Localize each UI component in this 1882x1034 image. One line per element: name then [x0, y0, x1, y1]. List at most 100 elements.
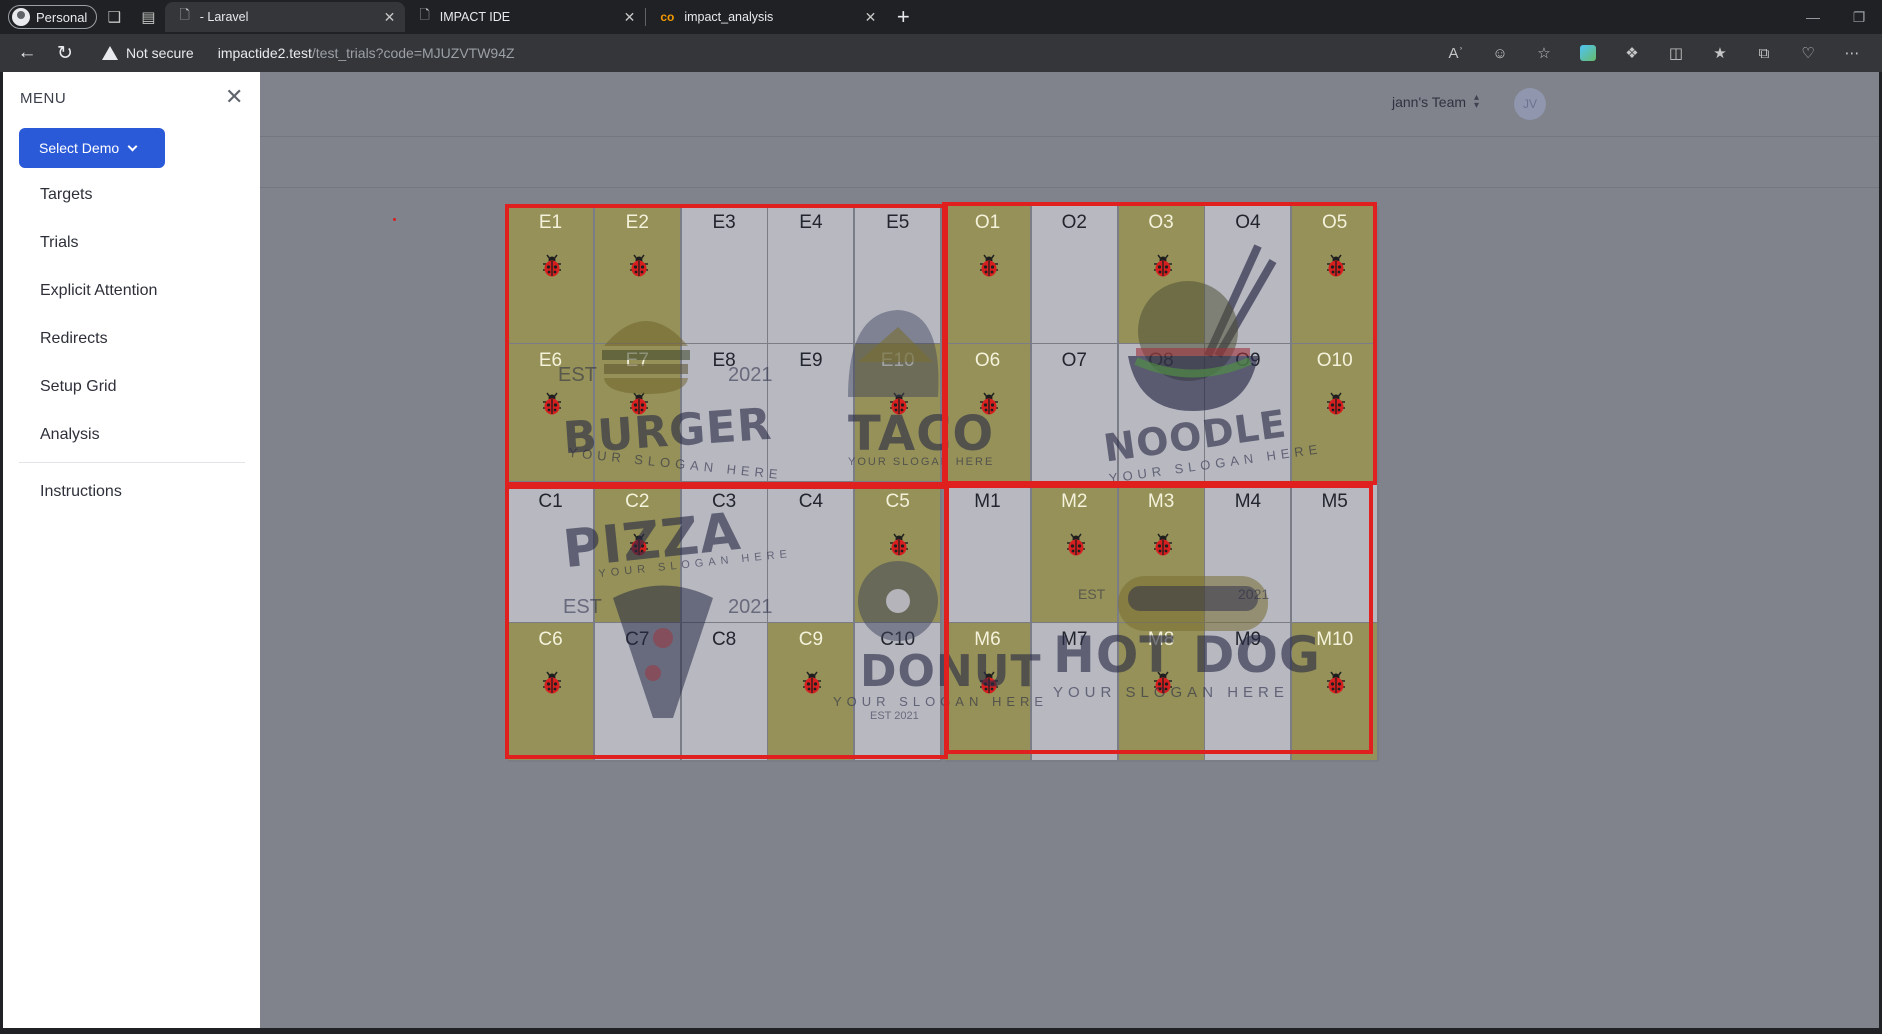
- grid-cell-e2[interactable]: E2: [594, 206, 682, 345]
- grid-cell-label: O6: [974, 350, 1001, 371]
- grid-cell-m3[interactable]: M3: [1118, 485, 1206, 624]
- ladybug-icon: [543, 254, 561, 277]
- extensions-icon[interactable]: ❖: [1612, 37, 1652, 69]
- grid-cell-c6[interactable]: C6: [508, 623, 595, 762]
- ladybug-icon: [629, 533, 648, 556]
- collections-icon[interactable]: ⧉: [1744, 37, 1784, 69]
- grid-cell-e10[interactable]: E10: [855, 344, 943, 483]
- tab-impact-ide[interactable]: 🗋 IMPACT IDE ✕: [405, 2, 645, 32]
- grid-cell-c5[interactable]: C5: [855, 485, 943, 624]
- share-icon[interactable]: ☺: [1480, 37, 1520, 69]
- grid-cell-m1[interactable]: M1: [945, 485, 1032, 624]
- menu-item-explicit-attention[interactable]: Explicit Attention: [40, 282, 157, 300]
- grid-cell-c1[interactable]: C1: [508, 485, 595, 624]
- grid-cell-o9[interactable]: O9: [1205, 344, 1293, 483]
- grid-cell-m6[interactable]: M6: [945, 623, 1032, 762]
- menu-item-trials[interactable]: Trials: [40, 234, 79, 252]
- grid-cell-e5[interactable]: E5: [855, 206, 943, 345]
- grid-cell-e1[interactable]: E1: [508, 206, 595, 345]
- address-bar[interactable]: Not secure impactide2.test/test_trials?c…: [92, 38, 1462, 68]
- tab-impact-analysis[interactable]: co impact_analysis ✕: [646, 2, 886, 32]
- grid-cell-label: E1: [538, 212, 563, 233]
- grid-cell-label: C9: [798, 629, 824, 650]
- grid-cell-e4[interactable]: E4: [768, 206, 856, 345]
- minimize-icon[interactable]: —: [1790, 0, 1836, 34]
- grid-cell-m4[interactable]: M4: [1205, 485, 1293, 624]
- menu-item-setup-grid[interactable]: Setup Grid: [40, 378, 116, 396]
- favorites-icon[interactable]: ★: [1700, 37, 1740, 69]
- grid-cell-label: M9: [1234, 629, 1262, 650]
- grid-cell-o10[interactable]: O10: [1292, 344, 1380, 483]
- grid-cell-m7[interactable]: M7: [1031, 623, 1119, 762]
- user-avatar[interactable]: JV: [1514, 88, 1546, 120]
- grid-cell-o4[interactable]: O4: [1205, 206, 1293, 345]
- grid-cell-label: C6: [538, 629, 563, 650]
- close-tab-icon[interactable]: ✕: [624, 9, 636, 26]
- grid-cell-m9[interactable]: M9: [1205, 623, 1293, 762]
- ladybug-icon: [1327, 254, 1346, 277]
- menu-item-redirects[interactable]: Redirects: [40, 330, 108, 348]
- grid-cell-e7[interactable]: E7: [594, 344, 682, 483]
- split-screen-icon[interactable]: ◫: [1656, 37, 1696, 69]
- close-icon[interactable]: ✕: [225, 84, 243, 110]
- browser-toolbar: ← ↻ Not secure impactide2.test/test_tria…: [0, 34, 1882, 72]
- workspaces-icon[interactable]: ❑: [97, 2, 131, 32]
- menu-item-instructions[interactable]: Instructions: [40, 483, 122, 501]
- grid-cell-o5[interactable]: O5: [1292, 206, 1380, 345]
- grid-cell-o2[interactable]: O2: [1031, 206, 1119, 345]
- tab-laravel[interactable]: 🗋 - Laravel ✕: [165, 2, 406, 32]
- grid-cell-m10[interactable]: M10: [1292, 623, 1380, 762]
- grid-cell-label: E2: [625, 212, 649, 233]
- grid-cell-label: M7: [1061, 629, 1088, 650]
- grid-cell-c8[interactable]: C8: [681, 623, 769, 762]
- grid-cell-o7[interactable]: O7: [1031, 344, 1119, 483]
- reload-icon[interactable]: ↻: [46, 37, 84, 69]
- colab-icon: co: [660, 10, 675, 24]
- grid-cell-o3[interactable]: O3: [1118, 206, 1206, 345]
- sub-header: [3, 137, 1879, 188]
- menu-item-analysis[interactable]: Analysis: [40, 426, 100, 444]
- vertical-tabs-icon[interactable]: ▤: [131, 2, 165, 32]
- grid-cell-o8[interactable]: O8: [1118, 344, 1206, 483]
- grid-cell-c9[interactable]: C9: [768, 623, 856, 762]
- grid-cell-m5[interactable]: M5: [1292, 485, 1380, 624]
- menu-item-targets[interactable]: Targets: [40, 186, 92, 204]
- grid-cell-label: C3: [711, 491, 737, 512]
- ladybug-icon: [543, 671, 561, 694]
- ladybug-icon: [890, 533, 909, 556]
- read-aloud-icon[interactable]: Aʾ: [1436, 37, 1476, 69]
- ladybug-icon: [980, 254, 998, 277]
- grid-cell-c10[interactable]: C10: [855, 623, 943, 762]
- toolbar-actions: Aʾ ☺ ☆ ❖ ◫ ★ ⧉ ♡ ⋯: [1436, 34, 1872, 72]
- back-icon[interactable]: ←: [8, 37, 46, 69]
- grid-cell-e3[interactable]: E3: [681, 206, 769, 345]
- select-demo-button[interactable]: Select Demo: [19, 128, 165, 168]
- restore-icon[interactable]: ❐: [1836, 0, 1882, 34]
- grid-cell-e6[interactable]: E6: [508, 344, 595, 483]
- new-tab-icon[interactable]: +: [886, 4, 920, 30]
- grid-cell-c4[interactable]: C4: [768, 485, 856, 624]
- grid-cell-m2[interactable]: M2: [1031, 485, 1119, 624]
- grid-cell-o1[interactable]: O1: [945, 206, 1032, 345]
- close-tab-icon[interactable]: ✕: [384, 9, 396, 26]
- grid-cell-e9[interactable]: E9: [768, 344, 856, 483]
- security-label: Not secure: [126, 45, 194, 61]
- grid-cell-e8[interactable]: E8: [681, 344, 769, 483]
- grid-cell-c3[interactable]: C3: [681, 485, 769, 624]
- ladybug-icon: [1153, 254, 1172, 277]
- grid-cell-c2[interactable]: C2: [594, 485, 682, 624]
- grid-cell-m8[interactable]: M8: [1118, 623, 1206, 762]
- url-path: /test_trials?code=MJUZVTW94Z: [311, 45, 515, 61]
- grid-cell-label: O3: [1148, 212, 1174, 233]
- extension-app-icon[interactable]: [1568, 37, 1608, 69]
- profile-button[interactable]: Personal: [8, 5, 98, 29]
- grid-cell-label: M3: [1147, 491, 1175, 512]
- favorite-star-icon[interactable]: ☆: [1524, 37, 1564, 69]
- team-switcher[interactable]: jann's Team ▴ ▾: [1392, 93, 1479, 111]
- grid-cell-c7[interactable]: C7: [594, 623, 682, 762]
- close-tab-icon[interactable]: ✕: [865, 9, 877, 26]
- ladybug-icon: [980, 392, 998, 415]
- more-menu-icon[interactable]: ⋯: [1832, 37, 1872, 69]
- grid-cell-o6[interactable]: O6: [945, 344, 1032, 483]
- browser-essentials-icon[interactable]: ♡: [1788, 37, 1828, 69]
